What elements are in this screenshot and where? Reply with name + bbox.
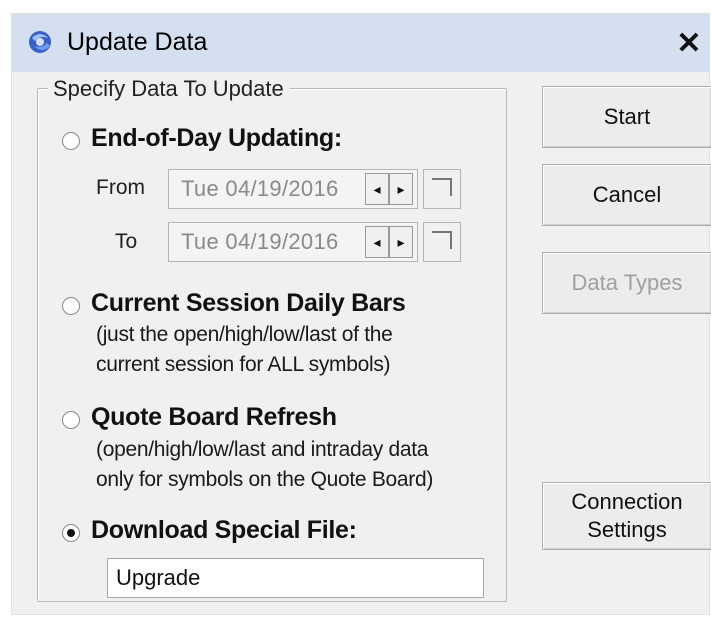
update-data-dialog: Update Data ✕ Specify Data To Update End… — [12, 14, 711, 614]
from-date-picker[interactable]: Tue 04/19/2016 ◂ ▸ — [168, 169, 418, 209]
from-label: From — [96, 176, 145, 199]
to-date-picker[interactable]: Tue 04/19/2016 ◂ ▸ — [168, 222, 418, 262]
radio-download-special-file[interactable] — [62, 524, 80, 542]
to-label: To — [115, 230, 138, 253]
app-icon — [29, 31, 51, 53]
to-date-value: Tue 04/19/2016 — [181, 229, 339, 254]
from-spin-right-button[interactable]: ▸ — [389, 173, 413, 205]
calendar-icon — [432, 231, 452, 249]
radio-current-session[interactable] — [62, 297, 80, 315]
from-date-value: Tue 04/19/2016 — [181, 176, 339, 201]
from-spin-left-button[interactable]: ◂ — [365, 173, 389, 205]
quote-board-desc-line2: only for symbols on the Quote Board) — [96, 468, 434, 491]
quote-board-desc-line1: (open/high/low/last and intraday data — [96, 438, 429, 461]
current-session-desc-line2: current session for ALL symbols) — [96, 353, 391, 376]
cancel-button-label: Cancel — [592, 182, 662, 207]
close-icon: ✕ — [676, 27, 702, 60]
end-of-day-label: End-of-Day Updating: — [91, 124, 342, 152]
from-calendar-button[interactable] — [423, 169, 461, 209]
connection-settings-button[interactable]: Connection Settings — [542, 482, 711, 550]
cancel-button[interactable]: Cancel — [542, 164, 711, 226]
start-button[interactable]: Start — [542, 86, 711, 148]
current-session-desc-line1: (just the open/high/low/last of the — [96, 323, 393, 346]
radio-quote-board[interactable] — [62, 411, 80, 429]
data-types-button-label: Data Types — [571, 270, 683, 295]
current-session-label: Current Session Daily Bars — [91, 289, 406, 317]
window-title: Update Data — [67, 28, 208, 56]
to-calendar-button[interactable] — [423, 222, 461, 262]
calendar-icon — [432, 178, 452, 196]
connection-settings-label-line1: Connection — [571, 489, 683, 514]
special-file-input[interactable]: Upgrade — [107, 558, 484, 598]
title-bar: Update Data ✕ — [12, 14, 709, 72]
to-spin-right-button[interactable]: ▸ — [389, 226, 413, 258]
groupbox-label: Specify Data To Update — [48, 76, 289, 102]
download-special-file-label: Download Special File: — [91, 516, 357, 544]
data-types-button[interactable]: Data Types — [542, 252, 711, 314]
quote-board-label: Quote Board Refresh — [91, 403, 337, 431]
special-file-input-value: Upgrade — [116, 565, 201, 590]
to-spin-left-button[interactable]: ◂ — [365, 226, 389, 258]
close-button[interactable]: ✕ — [671, 28, 707, 60]
radio-end-of-day[interactable] — [62, 132, 80, 150]
connection-settings-label-line2: Settings — [587, 517, 667, 542]
start-button-label: Start — [603, 104, 651, 129]
